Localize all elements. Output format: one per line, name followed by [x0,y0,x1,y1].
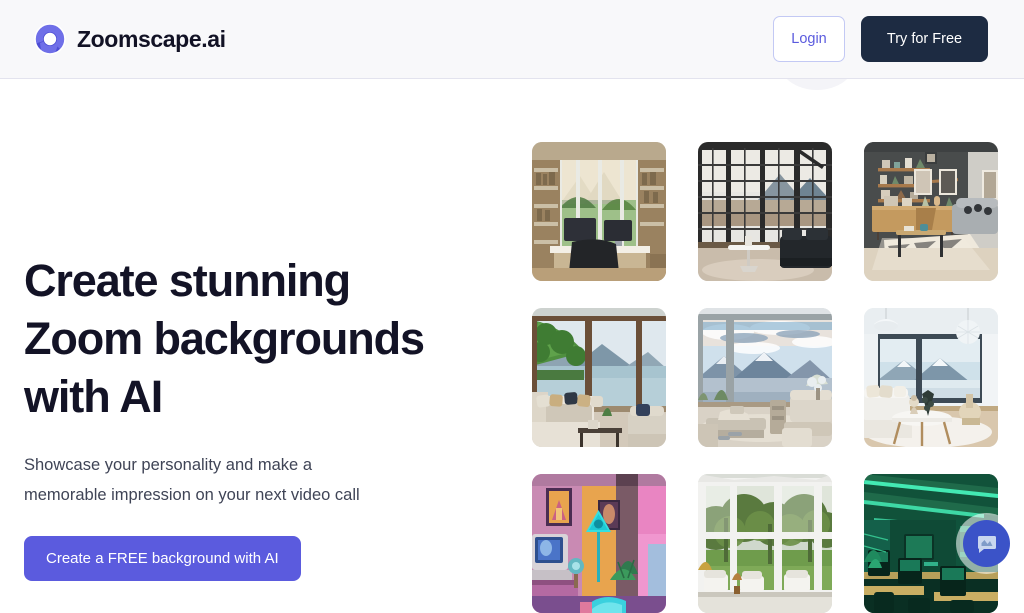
login-button[interactable]: Login [773,16,845,62]
hero-section: Create stunning Zoom backgrounds with AI… [24,252,494,581]
gallery-item-retro-synthwave-room[interactable] [532,474,666,613]
gallery-item-dark-wall-living-room[interactable] [864,142,998,281]
brand-logo-link[interactable]: Zoomscape.ai [34,23,226,55]
gallery-item-glass-conservatory[interactable] [698,474,832,613]
chat-bubble-icon [975,532,999,556]
camera-aperture-icon [34,23,66,55]
hero-subheadline: Showcase your personality and make a mem… [24,456,360,504]
try-for-free-button[interactable]: Try for Free [861,16,988,62]
page-title: Create stunning Zoom backgrounds with AI [24,255,425,422]
background-gallery [532,142,1000,613]
create-free-background-button[interactable]: Create a FREE background with AI [24,536,301,581]
gallery-item-lakeside-lounge[interactable] [532,308,666,447]
brand-name: Zoomscape.ai [77,25,226,52]
header-actions: Login Try for Free [773,16,988,62]
gallery-item-panoramic-mountain-terrace[interactable] [698,308,832,447]
gallery-item-industrial-loft-grid-windows[interactable] [698,142,832,281]
site-header: Zoomscape.ai Login Try for Free [0,0,1024,79]
gallery-item-bright-winter-room[interactable] [864,308,998,447]
chat-widget-button[interactable] [963,520,1010,567]
gallery-item-home-office-mountain-view[interactable] [532,142,666,281]
